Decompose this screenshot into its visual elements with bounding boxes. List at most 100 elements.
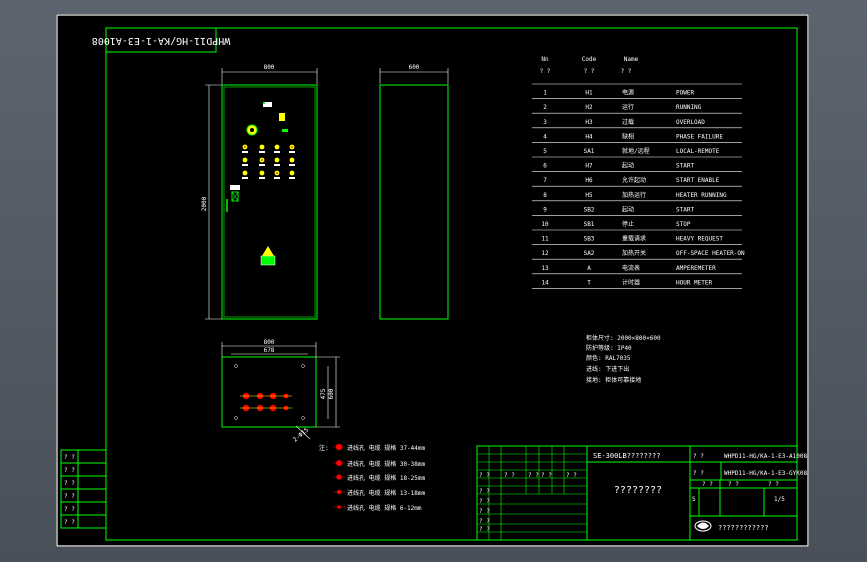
bom-name-cn: 缺相 bbox=[622, 132, 634, 140]
bom-name-cn: 起动 bbox=[622, 162, 634, 170]
bom-no: 8 bbox=[543, 192, 547, 199]
bom-row: 2 H2 运行 RUNNING bbox=[532, 103, 742, 114]
cable-legend-item: 进线孔 电缆 规格 37-44mm bbox=[347, 444, 426, 452]
revision-cell: ? ? bbox=[64, 480, 75, 487]
plan-inner-label: 678 bbox=[264, 347, 275, 354]
title-cell: ? ? bbox=[479, 518, 490, 525]
bom-name-cn: 加热运行 bbox=[622, 191, 646, 199]
bom-code: SB1 bbox=[584, 221, 595, 228]
bom-name-en: START bbox=[676, 206, 694, 213]
bom-row: 9 SB2 起动 START bbox=[532, 205, 742, 216]
cable-legend-item: 进线孔 电缆 规格 18-25mm bbox=[347, 474, 426, 482]
bom-rows: 1 H1 电源 POWER 2 H2 运行 RUNNING 3 H3 过载 OVERLOAD 4 H4 缺相… bbox=[532, 83, 745, 289]
indicator-lamp-grid bbox=[242, 144, 295, 179]
drawing-title: ???????? bbox=[614, 485, 662, 496]
title-cell: ? ? bbox=[479, 472, 490, 479]
drawing-code-1: WHPD11-HG/KA-1-E3-A1008 bbox=[724, 453, 807, 460]
side-view: 600 bbox=[379, 64, 449, 320]
note-line: 接地: 柜体可靠接地 bbox=[586, 376, 641, 384]
revision-cell: ? ? bbox=[64, 506, 75, 513]
bom-name-en: STOP bbox=[676, 221, 691, 228]
note-line: 防护等级: IP40 bbox=[586, 344, 632, 352]
bom-row: 8 H5 加热运行 HEATER RUNNING bbox=[532, 191, 742, 202]
bom-row: 4 H4 缺相 PHASE FAILURE bbox=[532, 132, 742, 143]
scale-label: 1/5 bbox=[774, 496, 785, 503]
bom-table: Nn Code Name ? ? ? ? ? ? 1 H1 电源 POWER 2 H2 运行… bbox=[532, 56, 745, 289]
bom-no: 7 bbox=[543, 177, 547, 184]
side-width-label: 600 bbox=[409, 64, 420, 71]
bom-name-en: RUNNING bbox=[676, 104, 702, 111]
plan-side-label: 475 bbox=[320, 388, 327, 399]
bom-code: SB3 bbox=[584, 236, 595, 243]
bom-code: T bbox=[587, 279, 591, 286]
front-view: 800 2000 bbox=[201, 64, 318, 320]
bom-name-en: POWER bbox=[676, 90, 694, 97]
bom-row: 11 SB3 重载请求 HEAVY REQUEST bbox=[532, 235, 742, 245]
title-cell: ? ? bbox=[479, 488, 490, 495]
bom-no: 13 bbox=[541, 265, 549, 272]
bom-subheader-name: ? ? bbox=[621, 68, 632, 75]
bom-code: H3 bbox=[585, 119, 593, 126]
bom-row: 13 A 电流表 AMPEREMETER bbox=[532, 264, 742, 275]
warning-sign bbox=[260, 246, 276, 266]
bom-name-cn: 电流表 bbox=[622, 264, 640, 272]
cable-legend-item: 进线孔 电缆 规格 13-18mm bbox=[347, 489, 426, 497]
bom-name-cn: 允许起动 bbox=[622, 176, 646, 184]
revision-strip: ? ? ? ? ? ? ? ? ? ? ? ? bbox=[60, 449, 107, 529]
front-height-label: 2000 bbox=[201, 196, 208, 211]
bom-row: 1 H1 电源 POWER bbox=[532, 89, 742, 99]
bom-header-code: Code bbox=[582, 56, 597, 63]
bom-code: H4 bbox=[585, 133, 593, 140]
bom-header-name: Name bbox=[624, 56, 639, 63]
bom-subheader-code: ? ? bbox=[584, 68, 595, 75]
bom-no: 4 bbox=[543, 133, 547, 140]
bom-no: 6 bbox=[543, 163, 547, 170]
plan-view: 800 678 475 600 2-Ф15 bbox=[221, 339, 340, 444]
note-line: 进线: 下进下出 bbox=[586, 365, 629, 373]
bom-name-cn: 就地/远程 bbox=[622, 147, 650, 155]
bom-code: A bbox=[587, 265, 591, 272]
title-block: ? ? ? ? ? ? ? ? ? ? ? ? ? ? ? ? ? ? ? ? … bbox=[476, 445, 807, 541]
title-cell: ? ? bbox=[566, 472, 577, 479]
cable-legend-item: 进线孔 电缆 规格 6-12mm bbox=[347, 504, 422, 512]
bom-row: 3 H3 过载 OVERLOAD bbox=[532, 118, 742, 129]
company-logo-icon bbox=[694, 520, 712, 532]
bom-code: SA1 bbox=[584, 148, 595, 155]
note-line: 颜色: RAL7035 bbox=[586, 354, 631, 362]
title-cell: ? ? bbox=[768, 481, 779, 488]
bom-code: H7 bbox=[585, 163, 593, 170]
bom-row: 6 H7 起动 START bbox=[532, 162, 742, 172]
plan-depth-label: 600 bbox=[328, 388, 335, 399]
bom-name-en: HEATER RUNNING bbox=[676, 192, 727, 199]
company-name: ???????????? bbox=[718, 524, 769, 532]
bom-name-cn: 过载 bbox=[622, 118, 634, 126]
title-cell: ? ? bbox=[479, 526, 490, 533]
title-cell: ? ? bbox=[528, 472, 539, 479]
bom-row: 10 SB1 停止 STOP bbox=[532, 220, 742, 231]
bom-no: 10 bbox=[541, 221, 549, 228]
bom-name-en: START bbox=[676, 163, 694, 170]
bom-code: SA2 bbox=[584, 250, 595, 257]
bom-name-cn: 电源 bbox=[622, 89, 634, 97]
rotated-drawing-code: WHPD11-HG/KA-1-E3-A1008 bbox=[92, 35, 230, 46]
technical-notes: 柜体尺寸: 2000×800×600 防护等级: IP40 颜色: RAL703… bbox=[586, 334, 661, 384]
cable-legend-prefix: 注: bbox=[319, 444, 329, 452]
bom-name-en: HOUR METER bbox=[676, 279, 713, 286]
bom-name-en: LOCAL-REMOTE bbox=[676, 148, 720, 155]
title-cell: ? ? bbox=[541, 472, 552, 479]
bom-subheader-no: ? ? bbox=[540, 68, 551, 75]
revision-cell: ? ? bbox=[64, 467, 75, 474]
bom-code: H2 bbox=[585, 104, 593, 111]
title-cell: ? ? bbox=[728, 481, 739, 488]
side-cabinet-outline bbox=[379, 84, 449, 320]
bom-no: 9 bbox=[543, 206, 547, 213]
bom-name-en: PHASE FAILURE bbox=[676, 133, 723, 140]
bom-name-cn: 加热开关 bbox=[622, 249, 646, 257]
bom-name-cn: 重载请求 bbox=[622, 235, 646, 243]
bom-no: 14 bbox=[541, 279, 549, 286]
plan-angle-label: 2-Ф15 bbox=[292, 426, 311, 443]
bom-name-en: AMPEREMETER bbox=[676, 265, 716, 272]
cad-drawing: WHPD11-HG/KA-1-E3-A1008 800 2000 600 800… bbox=[56, 14, 809, 547]
bom-code: H6 bbox=[585, 177, 593, 184]
bom-code: SB2 bbox=[584, 206, 595, 213]
